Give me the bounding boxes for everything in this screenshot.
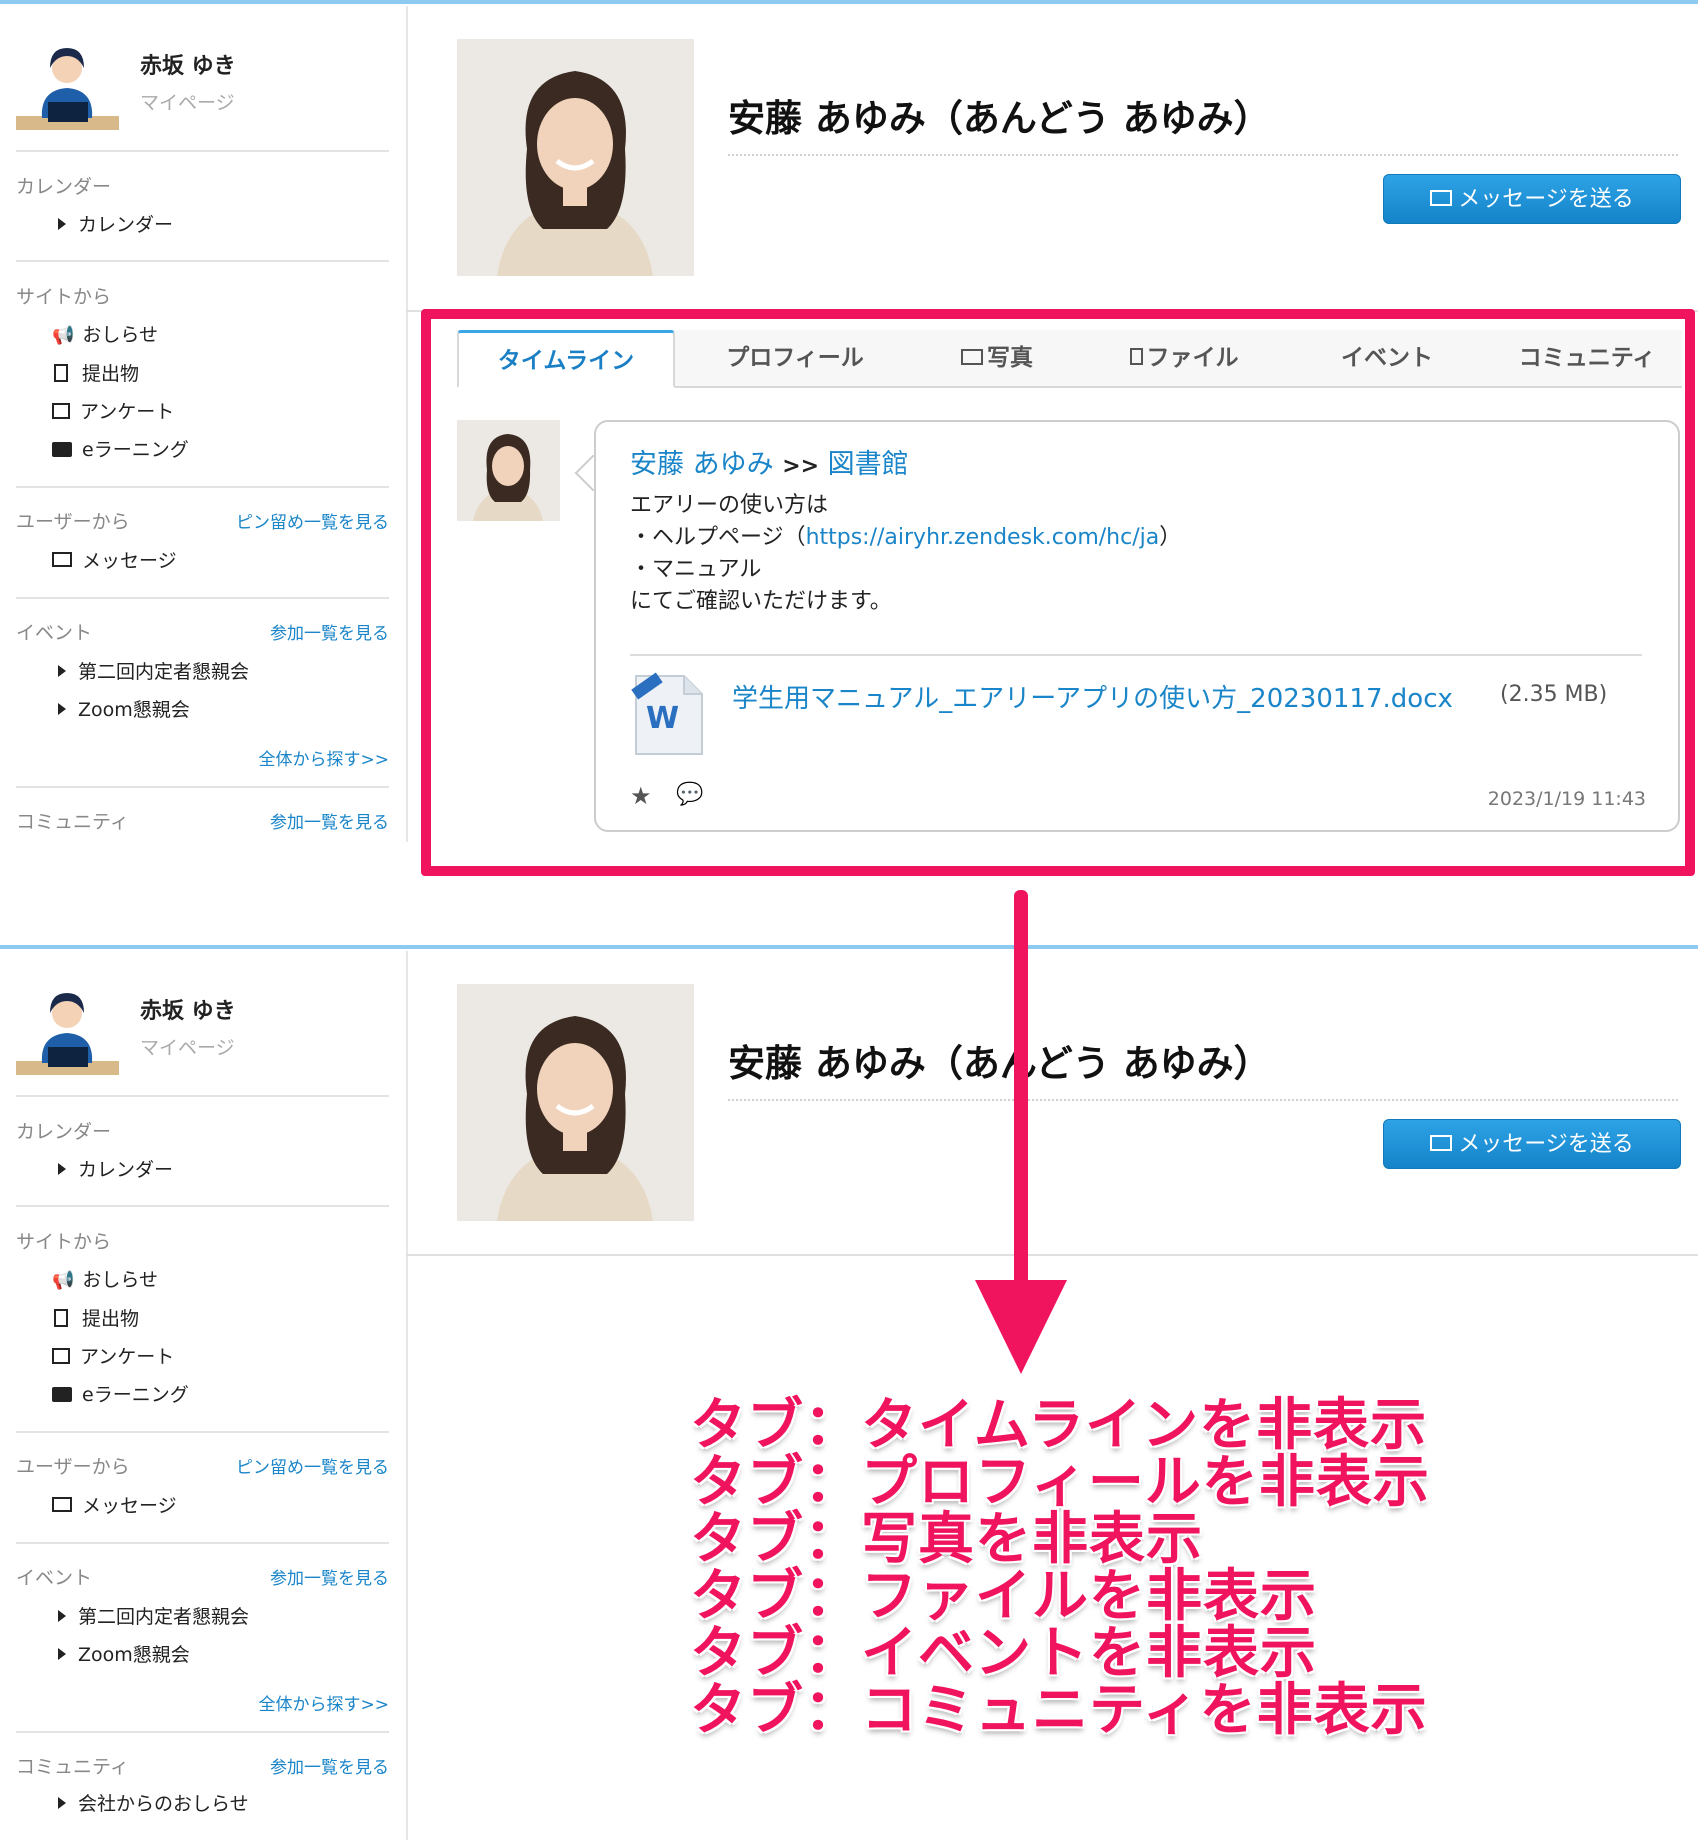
sidebar-item-event-1[interactable]: 第二回内定者懇親会: [34, 659, 249, 685]
divider: [16, 1205, 389, 1207]
annotation-line: タブ：ファイルを非表示: [690, 1564, 1317, 1629]
sidebar-item-survey[interactable]: アンケート: [34, 399, 174, 425]
user-avatar: [16, 993, 119, 1075]
section-title-site: サイトから: [16, 1231, 112, 1253]
sidebar-item-calendar[interactable]: カレンダー: [34, 212, 173, 238]
document-icon: [54, 1308, 68, 1327]
annotation-arrow-head: [975, 1280, 1067, 1374]
profile-name: 安藤 あゆみ（あんどう あゆみ）: [728, 97, 1271, 140]
sidebar-item-submissions[interactable]: 提出物: [34, 1306, 139, 1332]
sidebar-item-elearning[interactable]: eラーニング: [34, 437, 189, 463]
mypage-link[interactable]: マイページ: [140, 88, 235, 115]
caret-right-icon: [58, 1647, 66, 1660]
send-message-button[interactable]: メッセージを送る: [1383, 1119, 1681, 1169]
user-name[interactable]: 赤坂 ゆき: [140, 993, 236, 1025]
section-title-community: コミュニティ: [16, 811, 129, 833]
divider: [16, 1542, 389, 1544]
sidebar-item-event-2[interactable]: Zoom懇親会: [34, 697, 190, 723]
event-participation-link[interactable]: 参加一覧を見る: [270, 1564, 389, 1589]
name-underline: [728, 154, 1678, 156]
tabs-highlight-box: [421, 309, 1695, 876]
sidebar-divider: [406, 951, 408, 1840]
caret-right-icon: [58, 1609, 66, 1622]
caret-right-icon: [58, 217, 66, 230]
megaphone-icon: 📢: [52, 325, 75, 346]
profile-page-before: 赤坂 ゆき マイページ カレンダー カレンダー サイトから 📢 おしらせ 提出物 …: [0, 0, 1698, 880]
sidebar-item-news[interactable]: 📢 おしらせ: [34, 322, 158, 348]
event-search-all-link[interactable]: 全体から探す>>: [259, 1690, 390, 1715]
divider: [16, 150, 389, 152]
briefcase-icon: [52, 442, 72, 457]
user-avatar: [16, 48, 119, 130]
section-title-event: イベント: [16, 622, 93, 644]
section-title-calendar: カレンダー: [16, 1121, 112, 1143]
sidebar-item-submissions[interactable]: 提出物: [34, 361, 139, 387]
divider: [16, 786, 389, 788]
sidebar-divider: [406, 6, 408, 842]
envelope-icon: [1430, 190, 1453, 206]
caret-right-icon: [58, 1796, 66, 1809]
event-participation-link[interactable]: 参加一覧を見る: [270, 619, 389, 644]
annotation-arrow-shaft: [1014, 890, 1028, 1320]
pinned-list-link[interactable]: ピン留め一覧を見る: [236, 508, 389, 533]
section-title-event: イベント: [16, 1567, 93, 1589]
sidebar-item-messages[interactable]: メッセージ: [34, 548, 177, 574]
sidebar-item-survey[interactable]: アンケート: [34, 1344, 174, 1370]
divider: [16, 597, 389, 599]
envelope-icon: [52, 552, 72, 567]
caret-right-icon: [58, 702, 66, 715]
community-participation-link[interactable]: 参加一覧を見る: [270, 808, 389, 833]
person-photo: [457, 39, 694, 276]
caret-right-icon: [58, 1162, 66, 1175]
briefcase-icon: [52, 1387, 72, 1402]
sidebar-item-elearning[interactable]: eラーニング: [34, 1382, 189, 1408]
sidebar-item-event-2[interactable]: Zoom懇親会: [34, 1642, 190, 1668]
name-underline: [728, 1099, 1678, 1101]
send-message-button[interactable]: メッセージを送る: [1383, 174, 1681, 224]
sidebar-item-event-1[interactable]: 第二回内定者懇親会: [34, 1604, 249, 1630]
annotation-line: タブ：写真を非表示: [690, 1507, 1203, 1572]
section-title-user: ユーザーから: [16, 1456, 130, 1478]
envelope-icon: [52, 1497, 72, 1512]
mypage-link[interactable]: マイページ: [140, 1033, 235, 1060]
section-title-site: サイトから: [16, 286, 112, 308]
divider: [16, 486, 389, 488]
annotation-line: タブ：イベントを非表示: [690, 1621, 1317, 1686]
divider: [16, 1095, 389, 1097]
annotation-notes: タブ：タイムラインを非表示 タブ：プロフィールを非表示 タブ：写真を非表示 タブ…: [690, 1397, 1430, 1739]
sidebar-item-community-1[interactable]: 会社からのおしらせ: [34, 1791, 249, 1817]
document-icon: [54, 363, 68, 382]
divider: [16, 260, 389, 262]
profile-photo: [457, 39, 694, 276]
sidebar-item-calendar[interactable]: カレンダー: [34, 1157, 173, 1183]
bar-chart-icon: [52, 1347, 70, 1364]
profile-photo: [457, 984, 694, 1221]
section-title-calendar: カレンダー: [16, 176, 112, 198]
bar-chart-icon: [52, 402, 70, 419]
header-divider: [406, 1254, 1698, 1256]
megaphone-icon: 📢: [52, 1270, 75, 1291]
section-title-community: コミュニティ: [16, 1756, 129, 1778]
event-search-all-link[interactable]: 全体から探す>>: [259, 745, 390, 770]
user-card[interactable]: 赤坂 ゆき マイページ: [16, 975, 389, 1085]
pinned-list-link[interactable]: ピン留め一覧を見る: [236, 1453, 389, 1478]
annotation-line: タブ：プロフィールを非表示: [690, 1450, 1430, 1515]
divider: [16, 1431, 389, 1433]
annotation-line: タブ：タイムラインを非表示: [690, 1393, 1428, 1458]
annotation-line: タブ：コミュニティを非表示: [690, 1678, 1428, 1743]
sidebar-item-messages[interactable]: メッセージ: [34, 1493, 177, 1519]
envelope-icon: [1430, 1135, 1453, 1151]
person-photo: [457, 984, 694, 1221]
profile-name: 安藤 あゆみ（あんどう あゆみ）: [728, 1042, 1271, 1085]
user-card[interactable]: 赤坂 ゆき マイページ: [16, 30, 389, 140]
section-title-user: ユーザーから: [16, 511, 130, 533]
divider: [16, 1731, 389, 1733]
sidebar-item-news[interactable]: 📢 おしらせ: [34, 1267, 158, 1293]
user-name[interactable]: 赤坂 ゆき: [140, 48, 236, 80]
caret-right-icon: [58, 664, 66, 677]
community-participation-link[interactable]: 参加一覧を見る: [270, 1753, 389, 1778]
